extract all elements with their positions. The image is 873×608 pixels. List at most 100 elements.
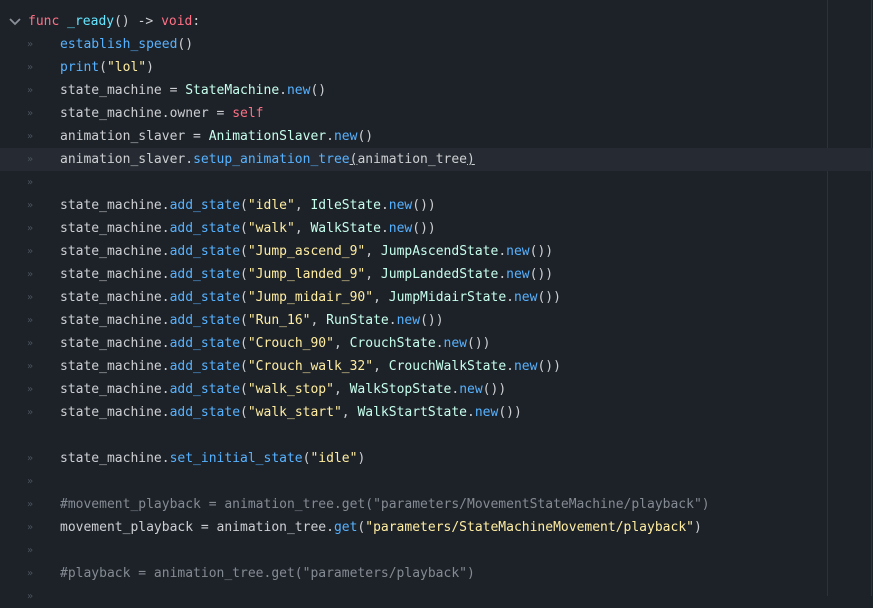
code-line[interactable]: » state_machine.add_state("idle", IdleSta… [0,194,873,217]
code-text: state_machine.add_state("Jump_landed_9",… [60,263,553,286]
code-token: RunState [326,313,389,328]
code-token: , [373,359,389,374]
code-text: #movement_playback = animation_tree.get(… [60,493,710,516]
code-line[interactable]: » state_machine.owner = self [0,102,873,125]
code-token: WalkState [310,221,381,236]
code-line[interactable]: » #movement_playback = animation_tree.get… [0,493,873,516]
code-token: , [341,405,358,420]
code-token: state_machine. [60,405,170,420]
code-token: , [310,313,327,328]
code-token: () -> [114,14,162,29]
code-editor[interactable]: func _ready() -> void:» establish_speed()… [0,0,873,602]
tab-indent-marker: » [27,62,34,73]
code-token: . [506,290,514,305]
code-token: () [177,37,194,52]
code-token: . [498,244,507,259]
chevron-down-icon[interactable] [8,10,24,33]
code-line[interactable]: » state_machine.add_state("Crouch_walk_32… [0,355,873,378]
code-token: "walk" [247,221,295,236]
code-token: state_machine. [60,221,170,236]
code-token: AnimationSlaver [208,129,327,144]
code-token: ) [146,60,154,75]
code-token: ) [467,152,475,167]
code-token: state_machine. [60,313,170,328]
code-token: new [286,83,311,98]
code-token: ()) [529,267,554,282]
code-token: ()) [529,244,554,259]
code-token: CrouchState [349,336,436,351]
code-token: state_machine.owner = [60,106,233,121]
code-line[interactable]: » #playback = animation_tree.get("paramet… [0,562,873,585]
code-line[interactable]: » state_machine.add_state("Jump_ascend_9"… [0,240,873,263]
code-token: "idle" [310,451,358,466]
code-token: ( [240,336,248,351]
code-text: state_machine.add_state("Crouch_walk_32"… [60,355,561,378]
code-token: add_state [169,405,241,420]
code-token: . [326,129,334,144]
code-token: "parameters/StateMachineMovement/playbac… [365,520,694,535]
code-token: . [279,83,287,98]
tab-indent-marker: » [27,292,34,303]
code-token: JumpAscendState [380,244,499,259]
code-token: set_initial_state [169,451,303,466]
code-token: state_machine. [60,359,170,374]
code-token: , [373,290,389,305]
code-token: new [506,267,530,282]
code-line[interactable]: » [0,539,873,562]
code-line[interactable]: func _ready() -> void: [0,10,873,33]
code-line[interactable]: » print("lol") [0,56,873,79]
code-token: new [333,129,358,144]
code-token: . [506,359,514,374]
code-line[interactable]: » state_machine.add_state("Run_16", RunSt… [0,309,873,332]
tab-indent-marker: » [27,85,34,96]
code-token: ( [240,382,248,397]
code-line[interactable]: » state_machine.set_initial_state("idle") [0,447,873,470]
code-token: func [28,14,60,29]
code-token: new [388,198,413,213]
code-line[interactable]: » [0,171,873,194]
tab-indent-marker: » [27,476,34,487]
code-line[interactable] [0,424,873,447]
code-token: state_machine. [60,382,170,397]
code-line[interactable]: » state_machine.add_state("Crouch_90", Cr… [0,332,873,355]
code-line[interactable]: » animation_slaver = AnimationSlaver.new(… [0,125,873,148]
tab-indent-marker: » [27,246,34,257]
code-token: . [451,382,460,397]
code-token: . [388,313,397,328]
code-token: ()) [467,336,491,351]
code-token: CrouchWalkState [388,359,507,374]
code-token: movement_playback = animation_tree. [60,520,334,535]
code-line[interactable]: » [0,470,873,493]
code-token: ( [240,313,248,328]
code-text: func _ready() -> void: [28,10,200,33]
code-line[interactable]: » movement_playback = animation_tree.get(… [0,516,873,539]
code-token: ( [240,290,248,305]
tab-indent-marker: » [27,223,34,234]
code-line[interactable]: » state_machine.add_state("walk_stop", Wa… [0,378,873,401]
code-line-current[interactable]: » animation_slaver.setup_animation_tree(a… [0,148,873,171]
code-token: () [310,83,327,98]
code-token: . [380,198,389,213]
code-token: ( [240,221,248,236]
code-line[interactable]: » state_machine.add_state("Jump_landed_9"… [0,263,873,286]
code-line[interactable]: » establish_speed() [0,33,873,56]
code-line[interactable]: » [0,585,873,608]
code-token: self [232,106,264,121]
code-token: , [333,382,350,397]
code-token: ()) [482,382,507,397]
code-line[interactable]: » state_machine.add_state("walk_start", W… [0,401,873,424]
code-line[interactable]: » state_machine = StateMachine.new() [0,79,873,102]
code-token: animation_tree [357,152,468,167]
code-token: #movement_playback = animation_tree.get(… [60,497,710,512]
code-line[interactable]: » state_machine.add_state("walk", WalkSta… [0,217,873,240]
code-token: new [443,336,468,351]
code-token: ( [240,198,248,213]
code-token: () [357,129,374,144]
code-text: state_machine.add_state("Jump_ascend_9",… [60,240,553,263]
code-token: StateMachine [185,83,280,98]
code-line[interactable]: » state_machine.add_state("Jump_midair_90… [0,286,873,309]
code-token: animation_slaver = [60,129,209,144]
tab-indent-marker: » [27,499,34,510]
code-text: print("lol") [60,56,154,79]
